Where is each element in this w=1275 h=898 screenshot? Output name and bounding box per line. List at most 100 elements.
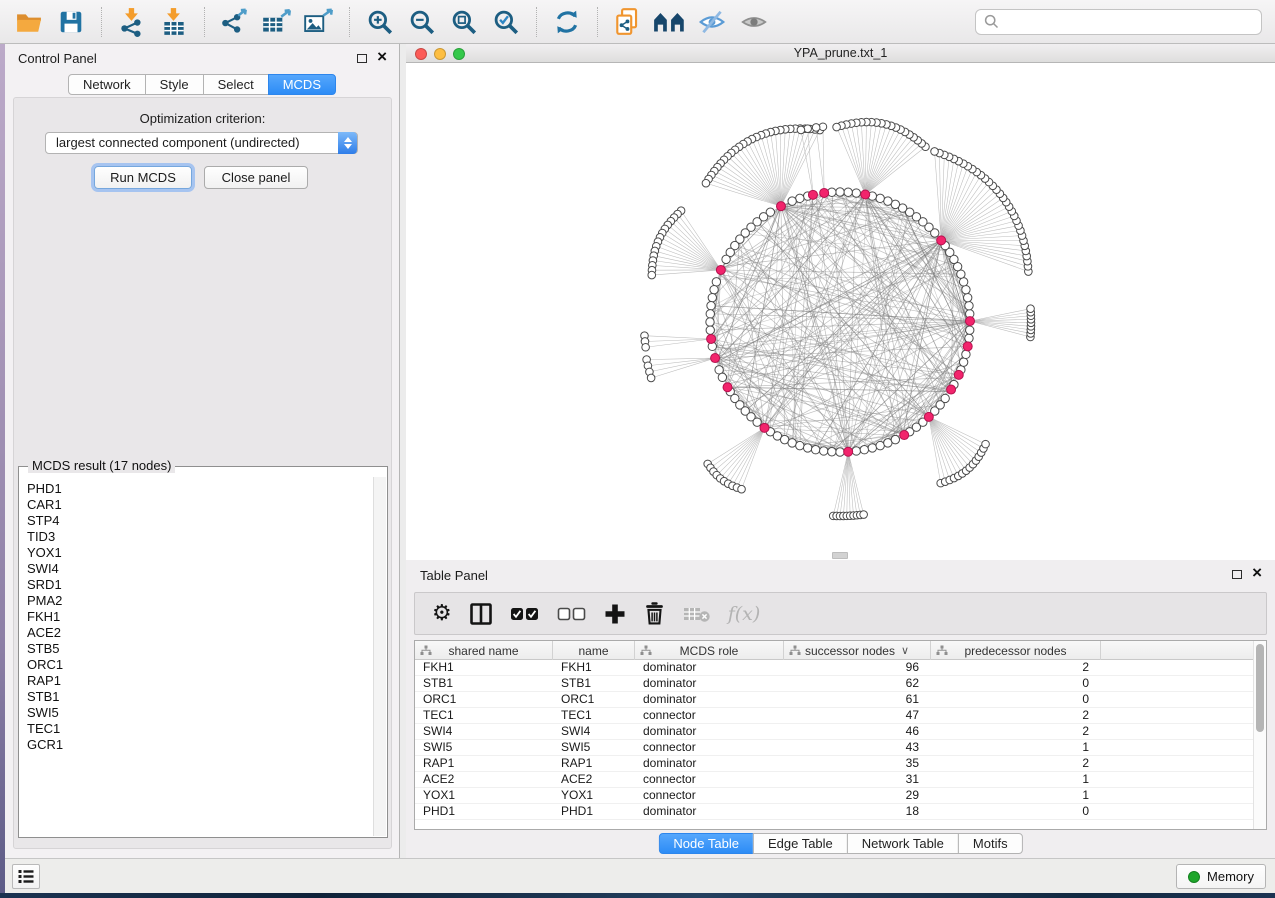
column-header-predecessor-nodes[interactable]: predecessor nodes — [931, 641, 1101, 660]
cell-name: YOX1 — [553, 788, 635, 803]
mcds-result-item[interactable]: SRD1 — [27, 577, 373, 593]
mcds-result-item[interactable]: GCR1 — [27, 737, 373, 753]
column-header-filler — [1101, 641, 1253, 660]
close-panel-button[interactable]: Close panel — [204, 166, 308, 189]
mcds-result-item[interactable]: TEC1 — [27, 721, 373, 737]
cell-mcds-role: connector — [635, 788, 784, 803]
column-header-successor-nodes[interactable]: successor nodes∨ — [784, 641, 931, 660]
create-column-button[interactable] — [604, 603, 626, 625]
run-mcds-button[interactable]: Run MCDS — [94, 166, 192, 189]
cell-successor-nodes: 31 — [784, 772, 931, 787]
column-header-mcds-role[interactable]: MCDS role — [635, 641, 784, 660]
mcds-result-item[interactable]: YOX1 — [27, 545, 373, 561]
delete-table-button[interactable] — [683, 605, 711, 623]
memory-button[interactable]: Memory — [1176, 864, 1266, 889]
open-session-button[interactable] — [11, 4, 47, 40]
deselect-all-rows-button[interactable] — [557, 606, 587, 622]
mcds-result-list[interactable]: PHD1CAR1STP4TID3YOX1SWI4SRD1PMA2FKH1ACE2… — [20, 477, 373, 836]
mcds-result-item[interactable]: ACE2 — [27, 625, 373, 641]
mcds-result-item[interactable]: FKH1 — [27, 609, 373, 625]
mcds-result-item[interactable]: SWI5 — [27, 705, 373, 721]
zoom-fit-button[interactable] — [446, 4, 482, 40]
table-row[interactable]: RAP1RAP1dominator352 — [415, 756, 1253, 772]
table-row[interactable]: TEC1TEC1connector472 — [415, 708, 1253, 724]
clone-network-button[interactable] — [610, 4, 646, 40]
export-image-button[interactable] — [301, 4, 337, 40]
table-row[interactable]: STB1STB1dominator620 — [415, 676, 1253, 692]
table-row[interactable]: FKH1FKH1dominator962 — [415, 660, 1253, 676]
mcds-result-item[interactable]: SWI4 — [27, 561, 373, 577]
save-session-button[interactable] — [53, 4, 89, 40]
table-row[interactable]: SWI5SWI5connector431 — [415, 740, 1253, 756]
zoom-in-button[interactable] — [362, 4, 398, 40]
hide-selected-button[interactable] — [694, 4, 730, 40]
export-table-button[interactable] — [259, 4, 295, 40]
eye-slash-icon — [698, 9, 726, 35]
list-icon — [18, 869, 34, 884]
export-network-button[interactable] — [217, 4, 253, 40]
table-scrollbar-thumb[interactable] — [1256, 644, 1264, 732]
mcds-result-item[interactable]: CAR1 — [27, 497, 373, 513]
table-scrollbar[interactable] — [1253, 641, 1266, 829]
mcds-result-item[interactable]: PHD1 — [27, 481, 373, 497]
float-panel-icon[interactable] — [357, 54, 367, 63]
table-row[interactable]: YOX1YOX1connector291 — [415, 788, 1253, 804]
table-row[interactable]: ORC1ORC1dominator610 — [415, 692, 1253, 708]
tab-select[interactable]: Select — [203, 74, 269, 95]
cell-mcds-role: dominator — [635, 724, 784, 739]
column-header-shared-name[interactable]: shared name — [415, 641, 553, 660]
cell-predecessor-nodes: 0 — [931, 676, 1101, 691]
cell-name: ORC1 — [553, 692, 635, 707]
mcds-result-item[interactable]: TID3 — [27, 529, 373, 545]
search-input[interactable] — [1005, 12, 1261, 32]
tab-network[interactable]: Network — [68, 74, 146, 95]
mcds-result-item[interactable]: RAP1 — [27, 673, 373, 689]
tab-style[interactable]: Style — [145, 74, 204, 95]
cell-name: SWI5 — [553, 740, 635, 755]
tab-network-table[interactable]: Network Table — [847, 833, 959, 854]
select-all-rows-button[interactable] — [510, 606, 540, 622]
delete-column-button[interactable] — [643, 601, 666, 626]
close-panel-icon[interactable]: × — [377, 47, 387, 67]
column-label: successor nodes — [805, 644, 895, 658]
apply-layout-button[interactable] — [549, 4, 585, 40]
cell-name: SWI4 — [553, 724, 635, 739]
import-network-button[interactable] — [114, 4, 150, 40]
network-canvas[interactable] — [406, 63, 1275, 560]
function-builder-button[interactable]: f(x) — [728, 603, 761, 625]
tab-node-table[interactable]: Node Table — [658, 833, 754, 854]
cell-name: RAP1 — [553, 756, 635, 771]
optimization-criterion-select[interactable]: largest connected component (undirected) — [45, 132, 358, 154]
column-header-name[interactable]: name — [553, 641, 635, 660]
panel-splitter-handle[interactable] — [832, 552, 848, 559]
open-folder-icon — [14, 9, 44, 35]
close-panel-icon[interactable]: × — [1252, 563, 1262, 583]
mcds-list-scrollbar[interactable] — [373, 477, 386, 836]
mcds-result-item[interactable]: ORC1 — [27, 657, 373, 673]
zoom-selected-button[interactable] — [488, 4, 524, 40]
first-neighbors-button[interactable] — [652, 4, 688, 40]
tab-mcds[interactable]: MCDS — [268, 74, 336, 95]
task-history-button[interactable] — [12, 864, 40, 889]
columns-icon — [469, 602, 493, 626]
mcds-result-item[interactable]: STB5 — [27, 641, 373, 657]
table-options-button[interactable]: ⚙ — [432, 603, 452, 625]
table-row[interactable]: PHD1PHD1dominator180 — [415, 804, 1253, 820]
mcds-result-item[interactable]: PMA2 — [27, 593, 373, 609]
fx-icon: f(x) — [728, 603, 761, 625]
search-box[interactable] — [975, 9, 1262, 35]
table-row[interactable]: ACE2ACE2connector311 — [415, 772, 1253, 788]
zoom-out-button[interactable] — [404, 4, 440, 40]
zoom-fit-icon — [450, 8, 478, 36]
network-graph[interactable] — [406, 63, 1275, 560]
cell-predecessor-nodes: 2 — [931, 708, 1101, 723]
float-panel-icon[interactable] — [1232, 570, 1242, 579]
tab-motifs[interactable]: Motifs — [958, 833, 1023, 854]
table-row[interactable]: SWI4SWI4dominator462 — [415, 724, 1253, 740]
import-table-button[interactable] — [156, 4, 192, 40]
tab-edge-table[interactable]: Edge Table — [753, 833, 848, 854]
mcds-result-item[interactable]: STB1 — [27, 689, 373, 705]
show-columns-button[interactable] — [469, 602, 493, 626]
show-all-button[interactable] — [736, 4, 772, 40]
mcds-result-item[interactable]: STP4 — [27, 513, 373, 529]
